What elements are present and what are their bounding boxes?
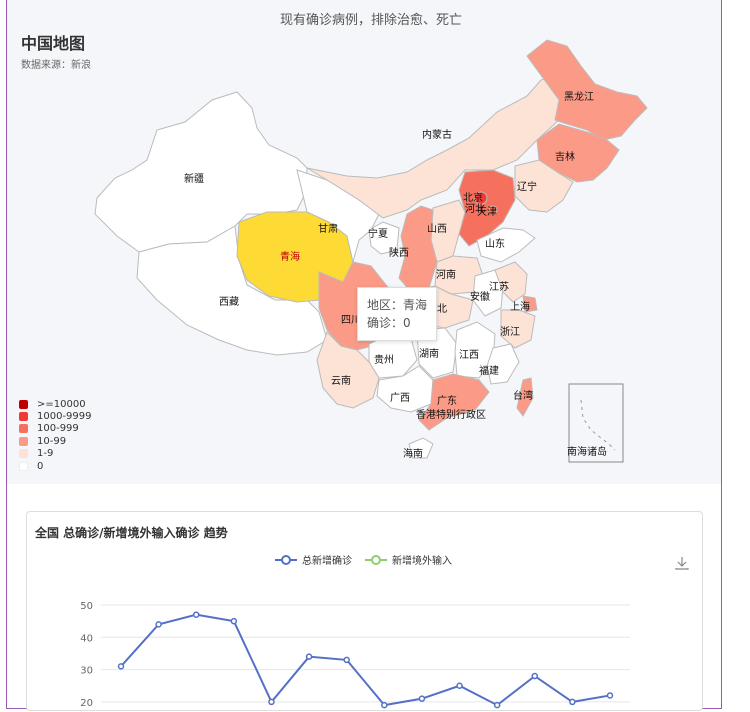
data-point[interactable] — [117, 663, 125, 670]
data-point[interactable] — [343, 656, 350, 664]
legend-label: 10-99 — [37, 435, 67, 447]
data-point[interactable] — [268, 698, 275, 706]
data-point[interactable] — [493, 701, 501, 709]
legend-item-10[interactable]: 10-99 — [19, 435, 92, 447]
legend-swatch — [19, 424, 28, 434]
map-title: 中国地图 — [21, 34, 86, 53]
y-tick-label: 40 — [80, 633, 93, 644]
legend-item-1[interactable]: 新增境外输入 — [365, 554, 452, 567]
legend-item-0[interactable]: 总新增确诊 — [275, 554, 352, 567]
legend-label: 100-999 — [37, 423, 79, 435]
map-source: 数据来源：新浪 — [21, 60, 91, 71]
province-shanghai[interactable] — [522, 295, 538, 313]
data-point[interactable] — [531, 672, 539, 680]
legend-marker — [281, 555, 291, 565]
series-line-0 — [120, 613, 611, 707]
beijing-marker[interactable] — [474, 191, 488, 205]
y-tick-label: 30 — [80, 666, 93, 677]
data-point[interactable] — [230, 617, 238, 625]
legend-label: 新增境外输入 — [392, 554, 452, 567]
data-point[interactable] — [192, 611, 200, 618]
legend-item-100[interactable]: 100-999 — [19, 423, 92, 435]
legend-item-10000[interactable]: >=10000 — [19, 398, 92, 410]
y-tick-label: 50 — [80, 601, 93, 612]
legend-swatch — [19, 399, 28, 409]
china-map — [94, 39, 648, 463]
data-point[interactable] — [569, 698, 576, 706]
legend-label: 总新增确诊 — [302, 554, 352, 567]
data-point[interactable] — [305, 653, 313, 660]
south-china-sea-inset — [568, 383, 624, 463]
trend-line-chart: 20 30 40 50 总新增确诊 新增境外输入 — [80, 554, 630, 709]
data-point[interactable] — [155, 621, 162, 628]
province-shaanxi[interactable] — [398, 205, 438, 293]
legend-swatch — [19, 436, 28, 446]
trend-chart-card: 全国 总确诊/新增境外输入确诊 趋势 20 30 40 50 总新增确诊 新增境外输入 — [26, 511, 703, 711]
legend-swatch — [19, 412, 28, 422]
legend-swatch — [19, 449, 28, 459]
map-legend: >=10000 1000-9999 100-999 10-99 1-9 0 — [19, 398, 92, 472]
y-tick-label: 20 — [80, 698, 93, 709]
tooltip-confirmed: 确诊：0 — [367, 316, 411, 330]
map-tooltip: 地区：青海 确诊：0 — [357, 287, 437, 341]
china-map-panel: 现有确诊病例，排除治愈、死亡 中国地图 数据来源：新浪 新疆 西藏 内蒙古 黑龙… — [7, 0, 721, 484]
legend-marker — [371, 555, 381, 565]
data-point[interactable] — [606, 692, 614, 699]
data-point[interactable] — [381, 701, 388, 709]
legend-item-0[interactable]: 0 — [19, 460, 92, 472]
legend-label: >=10000 — [37, 398, 86, 410]
legend-label: 1-9 — [37, 448, 54, 460]
data-point[interactable] — [456, 682, 463, 689]
province-zhejiang[interactable] — [500, 309, 536, 349]
province-hainan[interactable] — [408, 437, 434, 459]
legend-label: 1000-9999 — [37, 411, 92, 423]
legend-item-1[interactable]: 1-9 — [19, 448, 92, 460]
tianjin-marker[interactable] — [488, 205, 498, 215]
page-subtitle: 现有确诊病例，排除治愈、死亡 — [279, 13, 462, 28]
legend-item-1000[interactable]: 1000-9999 — [19, 410, 92, 422]
tooltip-region: 地区：青海 — [367, 298, 428, 312]
province-shanxi[interactable] — [430, 199, 466, 263]
legend-label: 0 — [37, 460, 44, 472]
province-ningxia[interactable] — [368, 221, 400, 255]
legend-swatch — [19, 461, 28, 471]
province-taiwan[interactable] — [516, 377, 534, 417]
